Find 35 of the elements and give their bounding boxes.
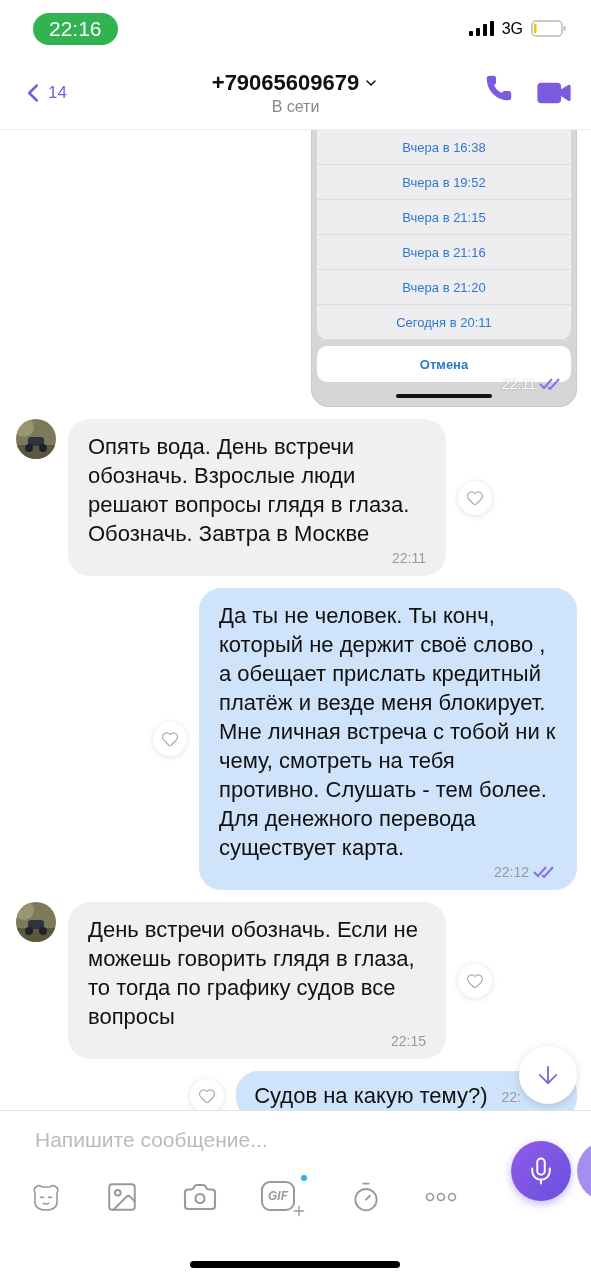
- heart-icon: [198, 1086, 217, 1105]
- time-option: Вчера в 19:52: [317, 165, 571, 201]
- message-time: 22:15: [390, 1033, 426, 1050]
- signal-icon: [468, 21, 494, 37]
- sticker-button[interactable]: [30, 1182, 62, 1213]
- message-time: 22:11: [392, 550, 426, 567]
- message-time: 22:12: [493, 864, 529, 881]
- cancel-option: Отмена: [317, 346, 571, 383]
- time-option: Вчера в 16:38: [317, 130, 571, 166]
- message-time: 22:: [501, 1088, 521, 1105]
- heart-icon: [466, 971, 484, 990]
- like-button[interactable]: [190, 1078, 225, 1111]
- scroll-down-button[interactable]: [519, 1046, 577, 1104]
- network-type: 3G: [501, 19, 523, 38]
- time-option: Сегодня в 20:11: [317, 305, 571, 341]
- time-option: Вчера в 21:15: [317, 200, 571, 236]
- like-button[interactable]: [458, 963, 492, 998]
- like-button[interactable]: [153, 722, 187, 757]
- status-time: 22:16: [33, 12, 118, 45]
- time-option: Вчера в 21:16: [317, 235, 571, 271]
- more-button[interactable]: [425, 1192, 457, 1203]
- message-text: День встречи обозначь. Если не можешь говорить глядя в глаза, то тогда по графику судов все вопросы: [88, 916, 419, 1032]
- message-text: Опять вода. День встречи обозначь. Взрослые люди решают вопросы глядя в глаза. Обозначь. Завтра в Москве: [88, 433, 411, 549]
- contact-name[interactable]: +79065609679: [211, 70, 360, 97]
- message-text: Да ты не человек. Ты конч, который не держит своё слово , а обещает прислать кредитный платёж и везде меня блокирует. Мне личная встреча с тобой ни к чему, смотреть на тебя противно. Слушать - тем более. Для денежного перевода существует карта.: [219, 602, 557, 863]
- message-text: Судов на какую тему?): [254, 1082, 488, 1111]
- heart-icon: [161, 730, 179, 749]
- time-option: Вчера в 21:20: [317, 270, 571, 306]
- heart-icon: [466, 488, 484, 507]
- back-button[interactable]: 14: [18, 78, 138, 109]
- battery-icon: [531, 20, 567, 38]
- contact-status: В сети: [271, 98, 320, 117]
- voice-message-button[interactable]: [511, 1141, 571, 1202]
- more-icon: [425, 1192, 457, 1203]
- like-button[interactable]: [458, 480, 492, 515]
